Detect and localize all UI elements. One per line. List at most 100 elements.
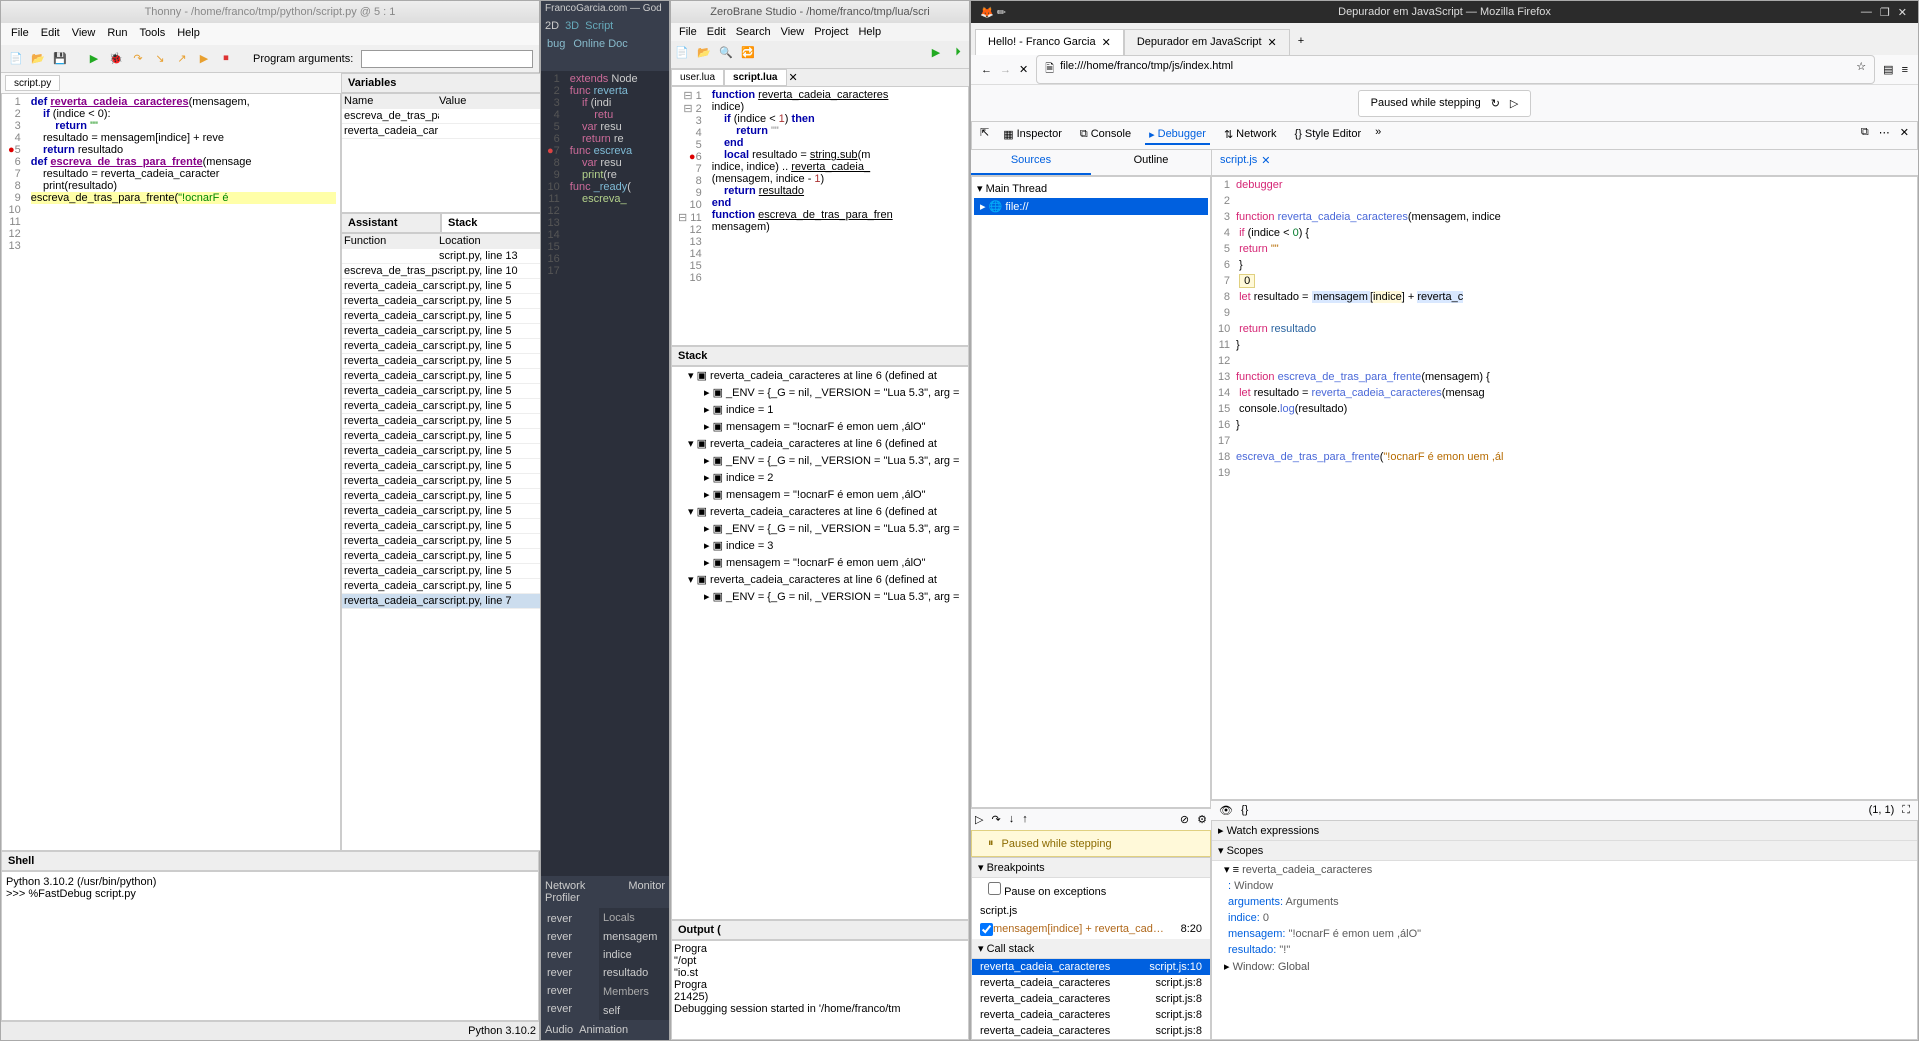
outline-tab[interactable]: Outline: [1091, 150, 1211, 175]
stack-row[interactable]: reverta_cadeia_carscript.py, line 7: [342, 594, 540, 609]
settings-icon[interactable]: ⋯: [1879, 126, 1890, 145]
styleeditor-tab[interactable]: {}Style Editor: [1291, 126, 1366, 145]
stack-var[interactable]: ▸ ▣ _ENV = {_G = nil, _VERSION = "Lua 5.…: [672, 520, 968, 537]
settings-gear-icon[interactable]: ⚙: [1197, 813, 1207, 826]
breakpoints-header[interactable]: Breakpoints: [987, 862, 1045, 874]
step-in-icon[interactable]: ↓: [1009, 813, 1015, 826]
stack-frame[interactable]: ▾ ▣ reverta_cadeia_caracteres at line 6 …: [672, 435, 968, 452]
stack-var[interactable]: ▸ ▣ _ENV = {_G = nil, _VERSION = "Lua 5.…: [672, 384, 968, 401]
menu-file[interactable]: File: [11, 27, 29, 41]
tab-script[interactable]: Script: [585, 20, 613, 32]
scope-var[interactable]: : Window: [1212, 878, 1917, 894]
stack-tab[interactable]: Stack: [441, 213, 541, 233]
url-input[interactable]: 🗎file:///home/franco/tmp/js/index.html☆: [1036, 55, 1875, 84]
save-icon[interactable]: 💾: [51, 50, 69, 68]
watch-header[interactable]: Watch expressions: [1227, 825, 1320, 837]
menu-file[interactable]: File: [679, 26, 697, 38]
dock-icon[interactable]: ⧉: [1861, 126, 1869, 145]
reload-icon[interactable]: ✕: [1019, 63, 1028, 76]
stack-row[interactable]: reverta_cadeia_carscript.py, line 5: [342, 489, 540, 504]
stack-row[interactable]: reverta_cadeia_carscript.py, line 5: [342, 324, 540, 339]
stack-row[interactable]: reverta_cadeia_carscript.py, line 5: [342, 459, 540, 474]
network-profiler-tab[interactable]: Network Profiler: [545, 880, 622, 904]
animation-tab[interactable]: Animation: [579, 1024, 628, 1036]
run-icon[interactable]: ▶: [927, 43, 945, 61]
new-icon[interactable]: 📄: [673, 43, 691, 61]
back-icon[interactable]: ←: [981, 64, 992, 76]
local-var[interactable]: resultado: [599, 964, 669, 982]
menu-run[interactable]: Run: [107, 27, 127, 41]
tab-hello[interactable]: Hello! - Franco Garcia✕: [975, 29, 1124, 55]
callstack-row[interactable]: reverta_cadeia_caracteresscript.js:8: [972, 975, 1210, 991]
menu-search[interactable]: Search: [736, 26, 771, 38]
stack-row[interactable]: reverta_cadeia_carscript.py, line 5: [342, 339, 540, 354]
network-tab[interactable]: ⇅Network: [1220, 126, 1281, 145]
new-file-icon[interactable]: 📄: [7, 50, 25, 68]
stack-var[interactable]: ▸ ▣ indice = 1: [672, 401, 968, 418]
scopes-header[interactable]: Scopes: [1227, 845, 1264, 857]
variable-row[interactable]: escreva_de_tras_pa: [342, 109, 540, 124]
scope-var[interactable]: mensagem: "!ocnarF é emon uem ,álO": [1212, 926, 1917, 942]
stack-var[interactable]: ▸ ▣ indice = 2: [672, 469, 968, 486]
menu-view[interactable]: View: [781, 26, 805, 38]
stack-var[interactable]: ▸ ▣ indice = 3: [672, 537, 968, 554]
stack-row[interactable]: reverta_cadeia_carscript.py, line 5: [342, 534, 540, 549]
stack-row[interactable]: reverta_cadeia_carscript.py, line 5: [342, 414, 540, 429]
expand-icon[interactable]: ⛶: [1902, 804, 1910, 817]
stack-var[interactable]: ▸ ▣ mensagem = "!ocnarF é emon uem ,álO": [672, 554, 968, 571]
step-icon[interactable]: ↻: [1491, 97, 1500, 110]
callstack-row[interactable]: reverta_cadeia_caracteresscript.js:10: [972, 959, 1210, 975]
step-out-icon[interactable]: ↗: [173, 50, 191, 68]
local-var[interactable]: mensagem: [599, 928, 669, 946]
run-icon[interactable]: ▶: [85, 50, 103, 68]
monitor-tab[interactable]: Monitor: [628, 880, 665, 904]
thonny-shell[interactable]: Python 3.10.2 (/usr/bin/python)>>> %Fast…: [1, 871, 539, 1021]
stack-item[interactable]: rever: [543, 982, 597, 1000]
stack-row[interactable]: reverta_cadeia_carscript.py, line 5: [342, 369, 540, 384]
step-out-icon[interactable]: ↑: [1022, 813, 1028, 826]
callstack-row[interactable]: reverta_cadeia_caracteresscript.js:8: [972, 991, 1210, 1007]
stack-row[interactable]: reverta_cadeia_carscript.py, line 5: [342, 354, 540, 369]
stack-row[interactable]: escreva_de_tras_pascript.py, line 10: [342, 264, 540, 279]
editor-file-tab[interactable]: script.js: [1220, 154, 1257, 171]
breakpoint-checkbox[interactable]: [980, 923, 993, 936]
ff-editor[interactable]: 1debugger23function reverta_cadeia_carac…: [1211, 176, 1918, 800]
reader-icon[interactable]: ▤: [1883, 63, 1893, 76]
scope-var[interactable]: indice: 0: [1212, 910, 1917, 926]
minimize-icon[interactable]: —: [1861, 6, 1872, 19]
braces-icon[interactable]: {}: [1241, 804, 1248, 817]
callstack-row[interactable]: reverta_cadeia_caracteresscript.js:8: [972, 1007, 1210, 1023]
stack-item[interactable]: rever: [543, 964, 597, 982]
step-over-icon[interactable]: ↷: [129, 50, 147, 68]
args-input[interactable]: [361, 50, 533, 68]
stack-row[interactable]: reverta_cadeia_carscript.py, line 5: [342, 384, 540, 399]
zb-stack[interactable]: ▾ ▣ reverta_cadeia_caracteres at line 6 …: [671, 366, 969, 920]
stack-var[interactable]: ▸ ▣ _ENV = {_G = nil, _VERSION = "Lua 5.…: [672, 452, 968, 469]
stack-row[interactable]: reverta_cadeia_carscript.py, line 5: [342, 429, 540, 444]
stack-row[interactable]: reverta_cadeia_carscript.py, line 5: [342, 309, 540, 324]
resume-icon[interactable]: ▷: [975, 813, 983, 826]
stack-var[interactable]: ▸ ▣ _ENV = {_G = nil, _VERSION = "Lua 5.…: [672, 588, 968, 605]
editor-tab[interactable]: script.py: [5, 75, 60, 91]
tab-scriptlua[interactable]: script.lua: [724, 69, 786, 86]
find-icon[interactable]: 🔍: [717, 43, 735, 61]
replace-icon[interactable]: 🔁: [739, 43, 757, 61]
close-tab-icon[interactable]: ✕: [1268, 36, 1277, 49]
stack-row[interactable]: reverta_cadeia_carscript.py, line 5: [342, 519, 540, 534]
callstack-row[interactable]: reverta_cadeia_caracteresscript.js:8: [972, 1023, 1210, 1039]
stack-row[interactable]: reverta_cadeia_carscript.py, line 5: [342, 474, 540, 489]
scope-var[interactable]: arguments: Arguments: [1212, 894, 1917, 910]
stack-frame[interactable]: ▾ ▣ reverta_cadeia_caracteres at line 6 …: [672, 503, 968, 520]
debug-icon[interactable]: 🐞: [107, 50, 125, 68]
resume-icon[interactable]: ▶: [195, 50, 213, 68]
callstack-header[interactable]: Call stack: [987, 943, 1035, 955]
assistant-tab[interactable]: Assistant: [341, 213, 441, 233]
stack-row[interactable]: reverta_cadeia_carscript.py, line 5: [342, 564, 540, 579]
member-var[interactable]: self: [599, 1002, 669, 1020]
stack-row[interactable]: reverta_cadeia_carscript.py, line 5: [342, 399, 540, 414]
tab-userlua[interactable]: user.lua: [671, 69, 724, 86]
tab-3d[interactable]: 3D: [565, 20, 579, 32]
bookmark-icon[interactable]: ☆: [1856, 60, 1866, 79]
scope-var[interactable]: resultado: "!": [1212, 942, 1917, 958]
debug-button[interactable]: bug: [547, 38, 565, 50]
